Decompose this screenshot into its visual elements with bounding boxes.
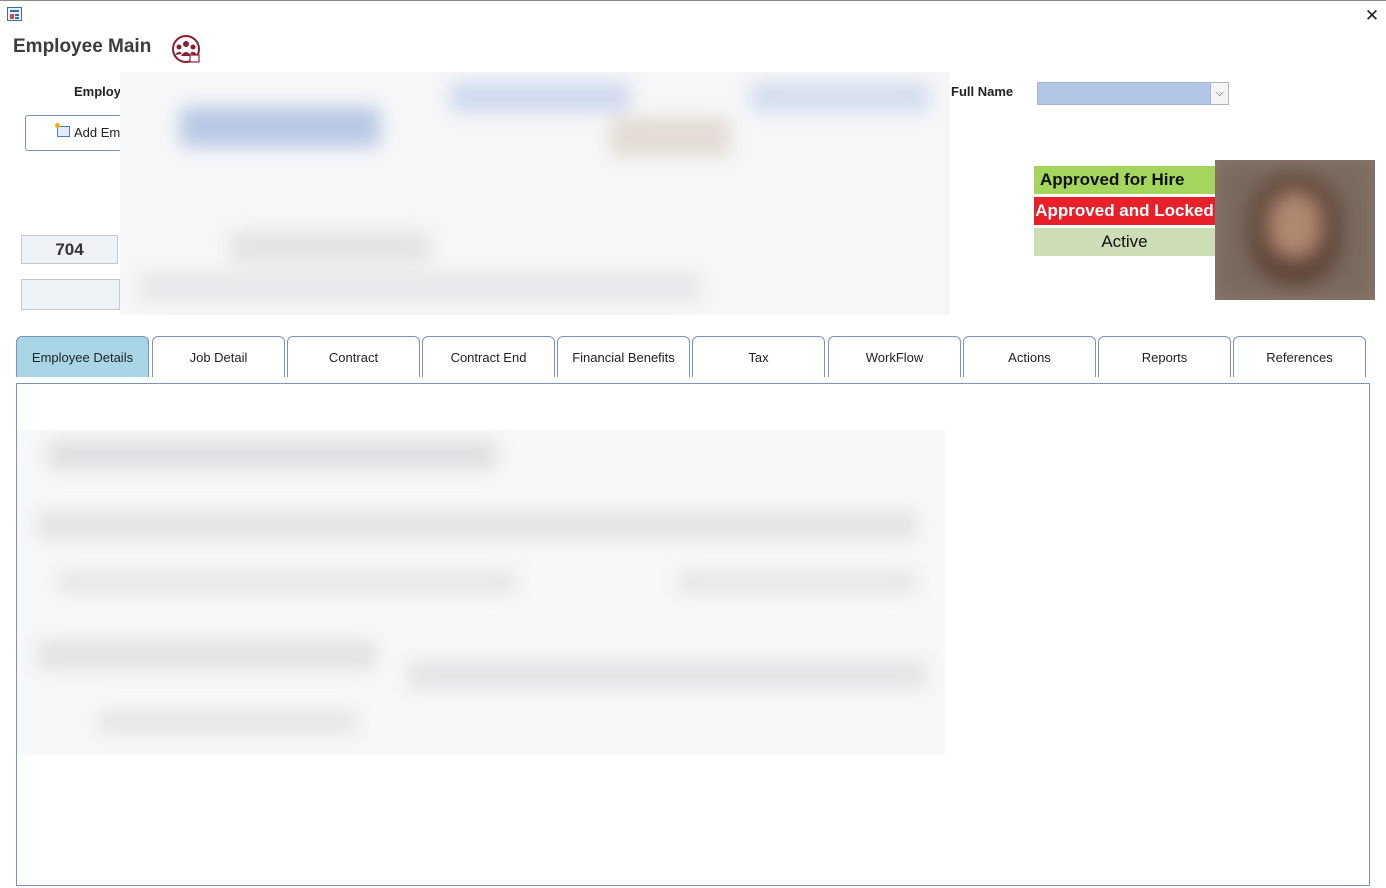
tab-tax[interactable]: Tax xyxy=(692,336,825,377)
chevron-down-icon[interactable]: ⌵ xyxy=(1210,83,1228,104)
tab-employee-details[interactable]: Employee Details xyxy=(16,336,149,377)
tab-financial-benefits[interactable]: Financial Benefits xyxy=(557,336,690,377)
tab-contract[interactable]: Contract xyxy=(287,336,420,377)
status-badge-approved-and-locked: Approved and Locked xyxy=(1034,197,1215,225)
full-name-dropdown[interactable]: ⌵ xyxy=(1037,82,1229,105)
employee-label: Employ xyxy=(74,84,120,99)
secondary-field[interactable] xyxy=(21,279,120,310)
tab-contract-end[interactable]: Contract End xyxy=(422,336,555,377)
add-employee-button[interactable]: Add Em xyxy=(25,115,135,151)
team-icon xyxy=(172,35,200,63)
employee-photo xyxy=(1215,160,1375,300)
window-top-border xyxy=(0,0,1386,1)
page-title: Employee Main xyxy=(13,36,152,57)
status-badge-approved-for-hire: Approved for Hire xyxy=(1034,166,1215,194)
form-icon xyxy=(7,7,22,21)
add-employee-label: Add Em xyxy=(74,125,121,140)
full-name-label: Full Name xyxy=(951,84,1014,99)
close-icon[interactable]: ✕ xyxy=(1362,6,1382,26)
redacted-header-area xyxy=(120,72,950,315)
tab-references[interactable]: References xyxy=(1233,336,1366,377)
tab-job-detail[interactable]: Job Detail xyxy=(152,336,285,377)
redacted-details-area xyxy=(17,430,945,755)
tab-reports[interactable]: Reports xyxy=(1098,336,1231,377)
tab-actions[interactable]: Actions xyxy=(963,336,1096,377)
status-badge-active: Active xyxy=(1034,228,1215,256)
tab-workflow[interactable]: WorkFlow xyxy=(828,336,961,377)
employee-id-field[interactable]: 704 xyxy=(21,235,118,264)
add-employee-icon xyxy=(55,123,70,137)
